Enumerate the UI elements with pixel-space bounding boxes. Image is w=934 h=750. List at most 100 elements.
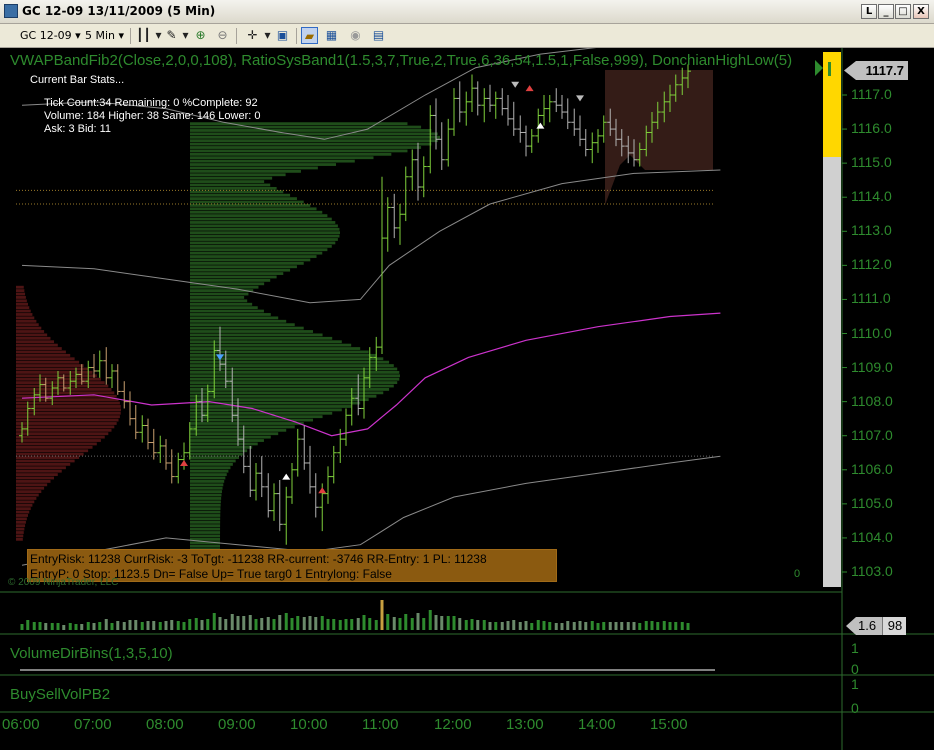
profile-row [190,302,253,306]
y-tick-label: 1114.0 [851,188,892,205]
profile-row [16,353,71,357]
volume-bar [596,623,600,630]
volume-bar [548,622,552,630]
zoom-out-icon[interactable]: ⊖ [214,27,231,44]
toolbar-separator [236,28,237,44]
volume-bar [308,616,312,630]
y-tick-label: 1109.0 [851,358,893,375]
volume-bar [566,621,570,630]
current-price-tag: 1117.7 [844,61,908,80]
profile-row [16,435,105,439]
profile-row [16,524,26,528]
volume-bar [44,623,48,630]
profile-row [16,367,89,371]
profile-row [190,367,398,371]
volume-bar [572,622,576,630]
volume-bar [62,625,66,630]
profile-row [190,146,422,149]
profile-row [190,520,221,524]
y-tick-label: 1107.0 [851,426,893,443]
volume-value-2: 98 [882,617,906,635]
volume-bar [428,610,432,630]
x-tick-label: 06:00 [2,716,40,733]
y-tick-label: 1103.0 [851,563,893,579]
volume-bar [482,620,486,630]
volume-bar [272,619,276,630]
profile-row [190,497,222,500]
instrument-label: GC 12-09 [20,29,72,42]
y-tick-label: 1115.0 [851,154,892,171]
profile-row [190,347,361,350]
properties-icon[interactable]: ▣ [274,27,291,44]
data-box-icon[interactable]: ▤ [370,27,387,44]
profile-row [16,415,120,419]
profile-row [190,452,243,456]
profile-row [190,217,332,221]
maximize-button[interactable]: □ [895,4,911,19]
profile-row [190,261,304,265]
profile-row [16,527,25,531]
y-tick-label: 1111.0 [851,290,891,307]
volume-bar [26,620,30,630]
profile-row [190,319,287,323]
profile-row [16,483,48,487]
profile-row [190,459,236,463]
profile-row [16,428,112,432]
volume-bar [128,620,132,630]
volume-bar [632,622,636,630]
profile-row [190,149,408,153]
minimize-button[interactable]: _ [878,4,894,19]
title-bar: GC 12-09 13/11/2009 (5 Min) L _ □ X [0,0,934,24]
volume-bar [500,622,504,630]
zoom-in-icon[interactable]: ⊕ [192,27,209,44]
profile-row [16,401,120,405]
volume-bar [266,617,270,630]
profile-row [16,480,51,483]
volume-bar [578,621,582,630]
y-tick-label: 1117.0 [851,86,892,102]
chevron-down-icon: ▾ [118,29,125,42]
profile-row [16,493,39,497]
profile-row [190,129,432,132]
profile-row [190,476,226,480]
volume-bar [290,618,294,630]
indicator-title: VWAPBandFib2(Close,2,0,0,108), RatioSysB… [10,52,793,69]
profile-row [190,507,221,511]
volume-bar [398,618,402,630]
profile-row [16,507,31,511]
volume-bar [50,623,54,630]
volume-bar [386,614,390,630]
volume-bar [260,618,264,630]
volume-bar [200,620,204,630]
volume-bar [98,622,102,630]
x-tick-label: 11:00 [362,716,399,733]
interval-selector[interactable]: 5 Min ▾ [85,27,124,44]
indicators-icon[interactable]: ▦ [323,27,340,44]
strategies-icon[interactable]: ▰ [301,27,318,44]
y-tick-label: 1116.0 [851,120,892,137]
volume-bar [368,618,372,630]
profile-row [16,439,101,442]
profile-row [16,381,105,384]
disc-icon[interactable]: ◉ [347,27,364,44]
profile-row [190,517,221,521]
volume-bar [416,613,420,630]
profile-row [16,364,84,367]
vd-axis-bottom: 0 [851,661,859,677]
y-tick-label: 1113.0 [851,222,892,239]
volume-bar [230,614,234,630]
profile-row [190,197,297,201]
link-button[interactable]: L [861,4,877,19]
profile-row [190,132,438,136]
profile-row [16,459,75,463]
volume-bar [560,623,564,630]
volume-bar [602,622,606,630]
volume-bar [410,618,414,630]
profile-row [190,524,221,528]
profile-row [190,268,291,272]
volume-bar [512,620,516,630]
profile-row [190,469,229,473]
close-button[interactable]: X [913,4,929,19]
instrument-selector[interactable]: GC 12-09 ▾ [20,27,81,44]
x-tick-label: 07:00 [74,716,112,733]
